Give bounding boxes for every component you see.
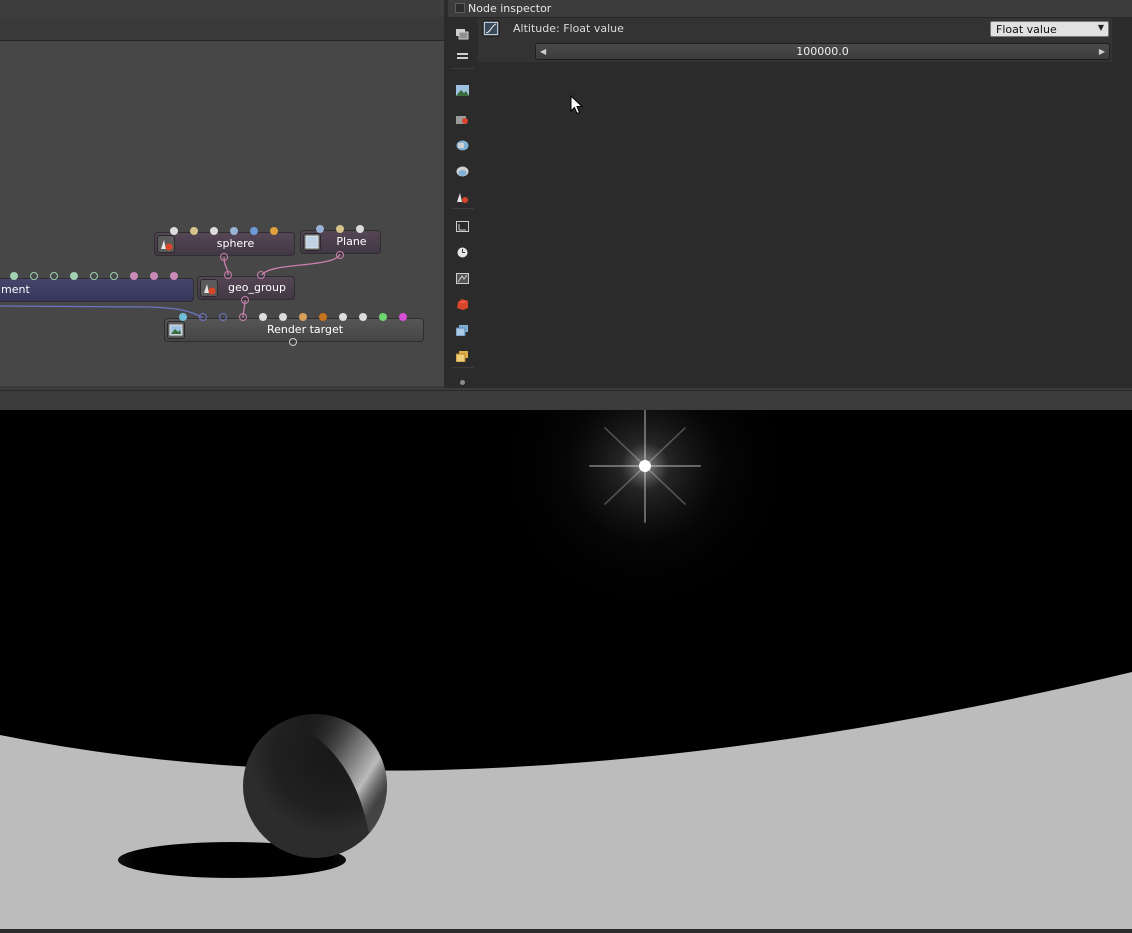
toolbar-separator	[452, 208, 474, 209]
render-target-pin[interactable]	[259, 313, 267, 321]
inspector-header: Node inspector	[448, 0, 1132, 18]
altitude-value: 100000.0	[796, 45, 849, 58]
value-type-dropdown-value: Float value	[996, 23, 1057, 36]
environment-pin[interactable]	[30, 272, 38, 280]
environment-pin[interactable]	[90, 272, 98, 280]
render-target-pin[interactable]	[279, 313, 287, 321]
toolbar-separator	[452, 367, 474, 368]
red-cube-icon[interactable]	[456, 295, 469, 310]
environment-pin[interactable]	[110, 272, 118, 280]
geo-group-node-label: geo_group	[228, 281, 286, 294]
dot-icon[interactable]	[456, 373, 469, 385]
environment-pin[interactable]	[130, 272, 138, 280]
render-target-pin[interactable]	[379, 313, 387, 321]
plane-output-pin[interactable]	[336, 251, 344, 259]
viewport-splitter[interactable]	[0, 388, 1132, 410]
node-toolbar	[448, 18, 477, 388]
render-target-pin[interactable]	[319, 313, 327, 321]
geo-group-input-pin[interactable]	[224, 271, 232, 279]
sphere-pin[interactable]	[230, 227, 238, 235]
value-type-dropdown[interactable]: Float value ▼	[990, 21, 1109, 37]
plane-node-label: Plane	[336, 235, 367, 248]
texture-icon[interactable]	[456, 269, 469, 284]
render-target-pin[interactable]	[399, 313, 407, 321]
wire-plane-to-geo-group	[261, 253, 341, 276]
render-image	[0, 306, 1132, 929]
chevron-down-icon: ▼	[1097, 23, 1104, 32]
geo-group-input-pin[interactable]	[257, 271, 265, 279]
layers-icon[interactable]	[456, 48, 469, 59]
splitter-line	[0, 390, 1132, 391]
plane-icon	[303, 233, 321, 251]
sphere-node-label: sphere	[216, 237, 255, 250]
copy-icon[interactable]	[456, 25, 469, 40]
plane-pin[interactable]	[336, 225, 344, 233]
transform-icon[interactable]	[456, 217, 469, 232]
sphere-pin[interactable]	[250, 227, 258, 235]
environment-pin[interactable]	[70, 272, 78, 280]
camera-icon[interactable]	[456, 110, 469, 124]
material-icon	[200, 279, 218, 297]
mouse-cursor-icon	[570, 95, 584, 115]
render-viewport[interactable]	[0, 306, 1132, 929]
environment-pin[interactable]	[50, 272, 58, 280]
parameter-label: Altitude: Float value	[513, 22, 624, 35]
environment-node[interactable]: ment	[0, 278, 194, 302]
environment-node-label: ment	[1, 283, 30, 296]
inspector-title: Node inspector	[468, 2, 552, 15]
image-icon[interactable]	[456, 81, 469, 96]
plane-pin[interactable]	[356, 225, 364, 233]
inspector-toggle-checkbox[interactable]	[455, 3, 465, 13]
environment-pin[interactable]	[150, 272, 158, 280]
altitude-value-slider[interactable]: ◀ 100000.0 ▶	[535, 43, 1110, 60]
render-target-node-label: Render target	[266, 323, 344, 336]
curve-icon[interactable]	[482, 20, 500, 37]
material-icon	[157, 235, 175, 253]
orange-cube-stack-icon[interactable]	[455, 347, 469, 363]
render-target-pin[interactable]	[239, 313, 247, 321]
mesh-stack-icon[interactable]	[456, 162, 469, 177]
material-icon[interactable]	[456, 188, 469, 203]
sphere-pin[interactable]	[270, 227, 278, 235]
render-target-output-pin[interactable]	[289, 338, 297, 346]
environment-pin[interactable]	[170, 272, 178, 280]
render-target-pin[interactable]	[299, 313, 307, 321]
toolbar-separator	[452, 68, 474, 69]
image-icon	[167, 321, 185, 339]
environment-pin[interactable]	[10, 272, 18, 280]
sphere-pin[interactable]	[210, 227, 218, 235]
wire-environment-to-render-target	[0, 305, 204, 319]
render-target-pin[interactable]	[179, 313, 187, 321]
parameter-row-altitude: Altitude: Float value Float value ▼ ◀ 10…	[478, 18, 1112, 62]
sphere-output-pin[interactable]	[220, 253, 228, 261]
mesh-icon[interactable]	[456, 136, 469, 151]
arrow-right-icon[interactable]: ▶	[1099, 44, 1105, 59]
plane-pin[interactable]	[316, 225, 324, 233]
node-inspector-panel: Altitude: Float value Float value ▼ ◀ 10…	[478, 18, 1132, 388]
render-target-pin[interactable]	[219, 313, 227, 321]
clock-icon[interactable]	[456, 243, 469, 258]
sphere-pin[interactable]	[190, 227, 198, 235]
render-target-pin[interactable]	[359, 313, 367, 321]
geo-group-output-pin[interactable]	[241, 296, 249, 304]
render-target-pin[interactable]	[199, 313, 207, 321]
sun-core	[639, 460, 651, 472]
render-target-pin[interactable]	[339, 313, 347, 321]
sphere-pin[interactable]	[170, 227, 178, 235]
node-graph-editor[interactable]: ment sphere Plane geo_group Render targe…	[0, 0, 444, 388]
cube-stack-icon[interactable]	[455, 321, 469, 337]
